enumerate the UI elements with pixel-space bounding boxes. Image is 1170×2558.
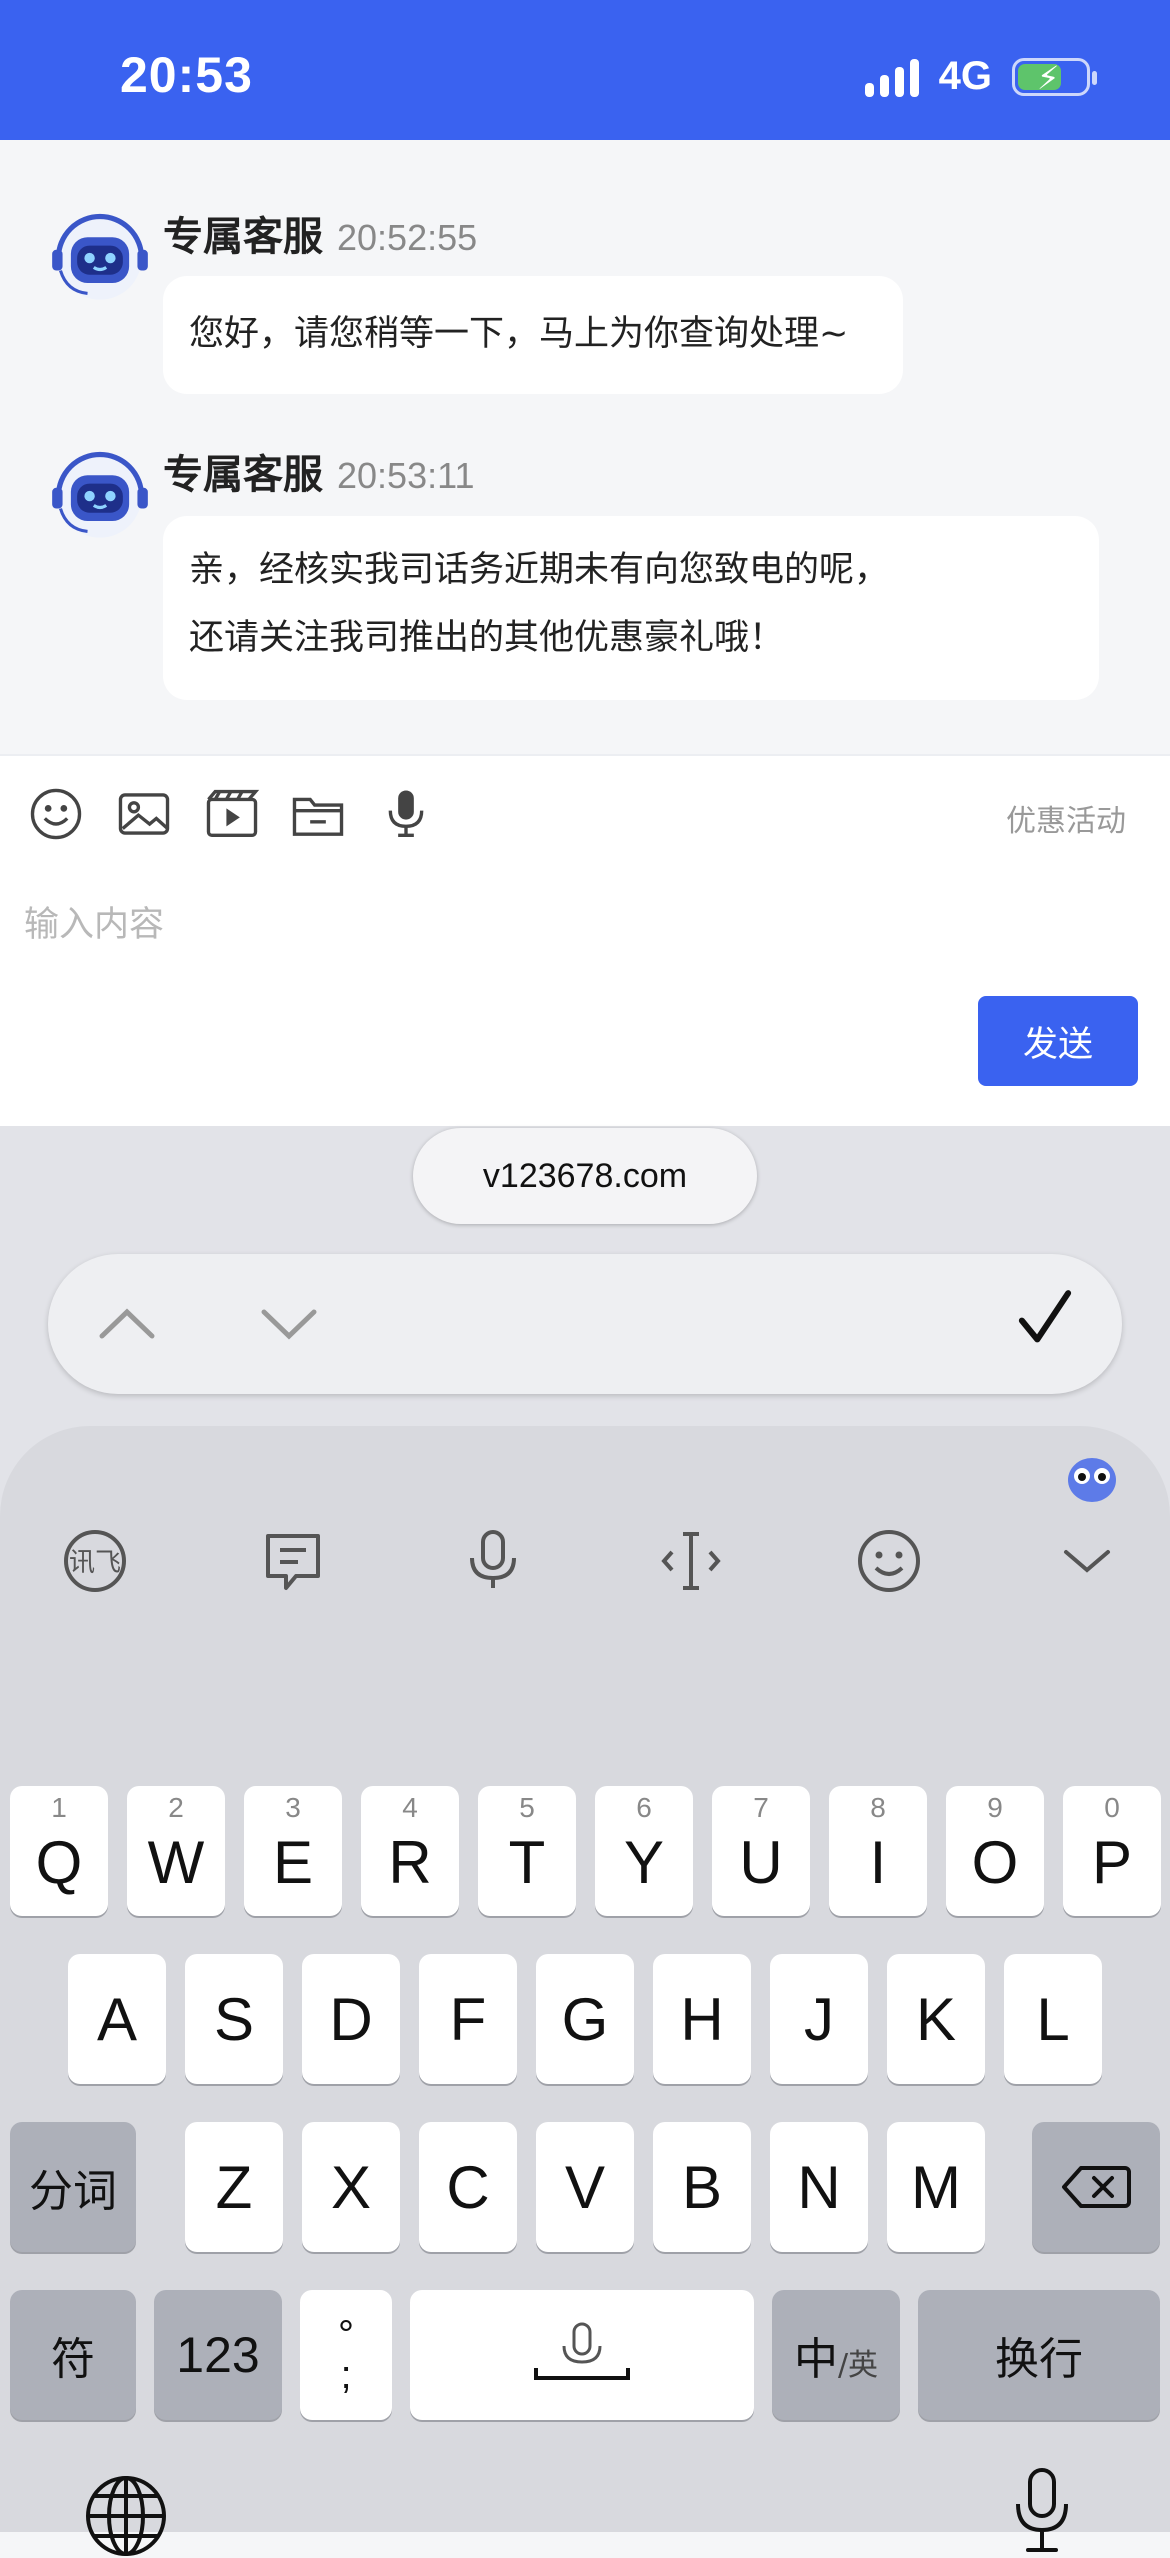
assistant-mascot-icon[interactable] xyxy=(1064,1450,1120,1506)
message-bubble: 您好，请您稍等一下，马上为你查询处理~ xyxy=(163,276,903,394)
message-time: 20:53:11 xyxy=(337,455,475,496)
language-switch-key[interactable]: 中/英 xyxy=(772,2290,900,2420)
key-g[interactable]: G xyxy=(536,1954,634,2084)
globe-icon[interactable] xyxy=(84,2474,168,2558)
keyboard: 讯飞 1Q 2W 3E 4R 5T 6Y 7U 8I 9 O 0 P A S D… xyxy=(0,1426,1170,2556)
message-text: 您好，请您稍等一下，马上为你查询处理~ xyxy=(189,314,849,354)
backspace-key[interactable] xyxy=(1032,2122,1160,2252)
key-b[interactable]: B xyxy=(653,2122,751,2252)
folder-icon[interactable] xyxy=(290,786,346,842)
message-header: 专属客服 20:52:55 xyxy=(163,204,477,262)
network-type: 4G xyxy=(938,54,992,98)
emoji-icon[interactable] xyxy=(854,1526,924,1596)
key-o[interactable]: 9O xyxy=(946,1786,1044,1916)
message-time: 20:52:55 xyxy=(337,217,478,258)
key-s[interactable]: S xyxy=(185,1954,283,2084)
quick-phrase-icon[interactable] xyxy=(258,1526,328,1596)
segment-key[interactable]: 分词 xyxy=(10,2122,136,2252)
key-r[interactable]: 4R xyxy=(361,1786,459,1916)
keyboard-area: v123678.com 讯飞 1 Q 2 W 3 E 4 R 5 T 6 Y 7… xyxy=(0,1126,1170,2556)
punctuation-key[interactable]: ° ; xyxy=(300,2290,392,2420)
numeric-key[interactable]: 123 xyxy=(154,2290,282,2420)
voice-icon[interactable] xyxy=(458,1526,528,1596)
key-q[interactable]: 1Q xyxy=(10,1786,108,1916)
key-c[interactable]: C xyxy=(419,2122,517,2252)
message-composer: 优惠活动 输入内容 发送 xyxy=(0,754,1170,1128)
key-x[interactable]: X xyxy=(302,2122,400,2252)
key-v[interactable]: V xyxy=(536,2122,634,2252)
space-key[interactable] xyxy=(410,2290,754,2420)
return-key[interactable]: 换行 xyxy=(918,2290,1160,2420)
chevron-down-icon[interactable] xyxy=(254,1294,324,1354)
key-d[interactable]: D xyxy=(302,1954,400,2084)
message-text: 还请关注我司推出的其他优惠豪礼哦！ xyxy=(189,618,785,658)
key-w[interactable]: 2W xyxy=(127,1786,225,1916)
key-t[interactable]: 5T xyxy=(478,1786,576,1916)
key-i[interactable]: 8I xyxy=(829,1786,927,1916)
key-k[interactable]: K xyxy=(887,1954,985,2084)
key-l[interactable]: L xyxy=(1004,1954,1102,2084)
key-a[interactable]: A xyxy=(68,1954,166,2084)
promotions-link[interactable]: 优惠活动 xyxy=(1006,796,1126,840)
svg-text:讯飞: 讯飞 xyxy=(69,1548,121,1578)
key-j[interactable]: J xyxy=(770,1954,868,2084)
chevron-up-icon[interactable] xyxy=(92,1294,162,1354)
image-icon[interactable] xyxy=(116,786,172,842)
key-f[interactable]: F xyxy=(419,1954,517,2084)
status-indicators: 4G ⚡ xyxy=(864,54,1097,99)
backspace-icon xyxy=(1062,2166,1131,2208)
key-p[interactable]: 0P xyxy=(1063,1786,1161,1916)
key-u[interactable]: 7U xyxy=(712,1786,810,1916)
key-n[interactable]: N xyxy=(770,2122,868,2252)
microphone-icon[interactable] xyxy=(378,786,434,842)
emoji-icon[interactable] xyxy=(28,786,84,842)
checkmark-icon[interactable] xyxy=(1010,1288,1080,1348)
message-bubble: 亲，经核实我司话务近期未有向您致电的呢， 还请关注我司推出的其他优惠豪礼哦！ xyxy=(163,516,1099,700)
message-input[interactable]: 输入内容 xyxy=(24,896,164,947)
video-icon[interactable] xyxy=(204,786,260,842)
key-y[interactable]: 6Y xyxy=(595,1786,693,1916)
message-header: 专属客服 20:53:11 xyxy=(163,442,474,500)
iflytek-logo-icon[interactable]: 讯飞 xyxy=(60,1526,130,1596)
space-mic-icon xyxy=(534,2322,630,2380)
send-button[interactable]: 发送 xyxy=(978,996,1138,1086)
status-time: 20:53 xyxy=(120,47,253,103)
cursor-icon[interactable] xyxy=(656,1526,726,1596)
sender-name: 专属客服 xyxy=(163,214,323,260)
agent-avatar xyxy=(52,213,148,300)
key-z[interactable]: Z xyxy=(185,2122,283,2252)
collapse-keyboard-icon[interactable] xyxy=(1052,1526,1122,1596)
symbols-key[interactable]: 符 xyxy=(10,2290,136,2420)
agent-avatar xyxy=(52,451,148,538)
battery-icon: ⚡ xyxy=(1012,57,1097,96)
key-e[interactable]: 3E xyxy=(244,1786,342,1916)
signal-icon xyxy=(864,57,919,97)
form-navigation-bar xyxy=(48,1254,1122,1394)
message-text: 亲，经核实我司话务近期未有向您致电的呢， xyxy=(189,550,890,590)
chat-area: 专属客服 20:52:55 您好，请您稍等一下，马上为你查询处理~ 专属客服 2… xyxy=(0,140,1170,754)
sender-name: 专属客服 xyxy=(163,452,323,498)
key-h[interactable]: H xyxy=(653,1954,751,2084)
dictation-microphone-icon[interactable] xyxy=(1010,2466,1074,2556)
key-m[interactable]: M xyxy=(887,2122,985,2252)
status-bar: 20:53 4G ⚡ xyxy=(0,0,1170,140)
autofill-suggestion[interactable]: v123678.com xyxy=(413,1128,757,1224)
